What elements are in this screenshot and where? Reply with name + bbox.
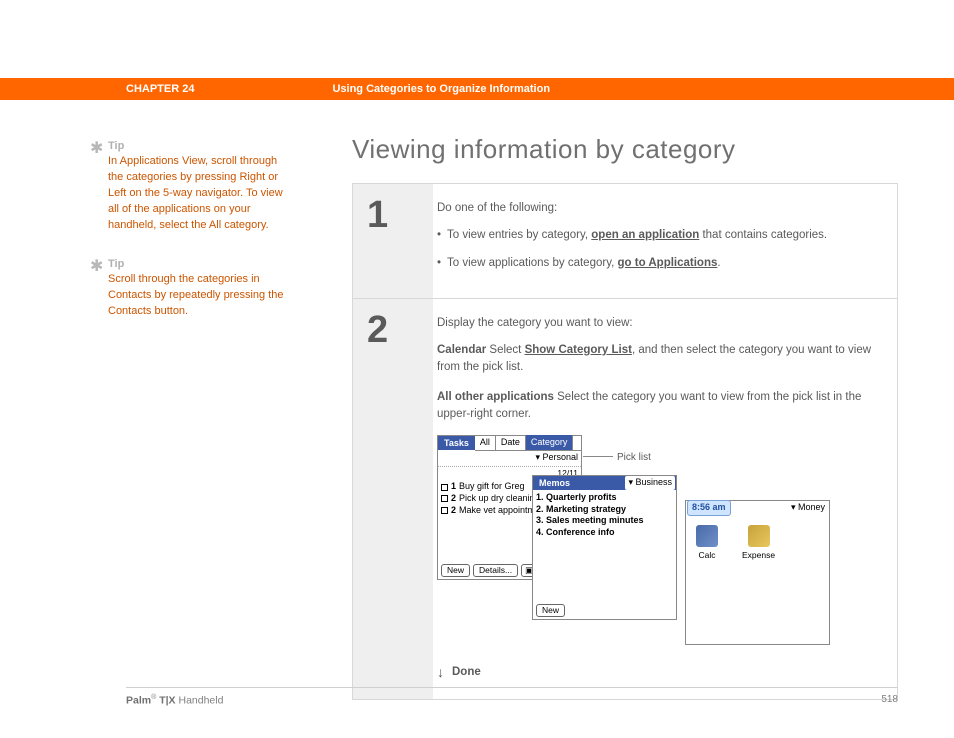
bullet-pre: To view entries by category,	[447, 229, 591, 241]
palm-titlebar: Memos ▾ Business	[533, 476, 676, 490]
palm-app-icon-calc[interactable]: Calc	[696, 525, 718, 562]
palm-memos-window: Memos ▾ Business 1. Quarterly profits 2.…	[532, 475, 677, 620]
task-text: Buy gift for Greg	[459, 481, 525, 493]
step-body: Do one of the following: • To view entri…	[433, 184, 897, 298]
step-number: 2	[367, 311, 433, 349]
palm-app-title: Tasks	[438, 436, 475, 450]
palm-category-picker[interactable]: ▾ Personal	[535, 452, 578, 462]
step-number-column: 1	[353, 184, 433, 298]
page-number: 518	[881, 694, 898, 707]
calculator-icon	[696, 525, 718, 547]
brand-name: Palm	[126, 695, 151, 707]
app-icon-label: Expense	[742, 549, 775, 562]
palm-titlebar: Tasks All Date Category	[438, 436, 581, 450]
step-row: 2 Display the category you want to view:…	[353, 299, 897, 699]
callout-line	[583, 456, 613, 457]
sidebar-tips: ✱ Tip In Applications View, scroll throu…	[108, 140, 288, 344]
step-body: Display the category you want to view: C…	[433, 299, 897, 699]
palm-body: 1. Quarterly profits 2. Marketing strate…	[533, 490, 676, 541]
app-icon-label: Calc	[696, 549, 718, 562]
tip-block: ✱ Tip Scroll through the categories in C…	[108, 258, 288, 320]
callout-label: Pick list	[617, 450, 651, 465]
inline-link[interactable]: open an application	[591, 229, 699, 241]
palm-button-details[interactable]: Details...	[473, 564, 518, 577]
page-footer: Palm® T|X Handheld 518	[126, 687, 898, 707]
step-number: 1	[367, 196, 433, 234]
bullet-post: .	[717, 257, 720, 269]
bullet-icon: •	[437, 255, 441, 272]
bullet-item: • To view entries by category, open an a…	[437, 227, 881, 244]
paragraph: Calendar Select Show Category List, and …	[437, 342, 881, 377]
chapter-header-bar: CHAPTER 24 Using Categories to Organize …	[0, 78, 954, 100]
palm-applications-window: 8:56 am ▾ Money Calc Expense	[685, 500, 830, 645]
palm-category-picker[interactable]: ▾ Business	[625, 476, 675, 490]
chapter-title: Using Categories to Organize Information	[332, 83, 550, 95]
expense-icon	[748, 525, 770, 547]
brand-tail: Handheld	[176, 695, 224, 707]
palm-button-new[interactable]: New	[441, 564, 470, 577]
palm-footer: New	[536, 604, 565, 617]
tip-text: Scroll through the categories in Contact…	[108, 272, 288, 320]
palm-button-new[interactable]: New	[536, 604, 565, 617]
palm-time-badge: 8:56 am	[687, 500, 731, 516]
steps-container: 1 Do one of the following: • To view ent…	[352, 183, 898, 700]
brand-model: T|X	[156, 695, 175, 707]
step-row: 1 Do one of the following: • To view ent…	[353, 184, 897, 299]
down-arrow-icon: ↓	[437, 662, 444, 683]
task-priority: 2	[451, 505, 456, 517]
checkbox-icon[interactable]	[441, 507, 448, 514]
tip-label: Tip	[108, 258, 288, 270]
memo-item[interactable]: 1. Quarterly profits	[536, 492, 673, 504]
bullet-post: that contains categories.	[699, 229, 827, 241]
page-title: Viewing information by category	[352, 134, 898, 165]
screenshot-figure: Tasks All Date Category ▾ Personal 12/11	[437, 435, 881, 650]
bullet-item: • To view applications by category, go t…	[437, 255, 881, 272]
palm-app-icon-expense[interactable]: Expense	[742, 525, 775, 562]
palm-category-picker[interactable]: ▾ Money	[787, 501, 829, 515]
done-label: Done	[452, 664, 481, 681]
task-priority: 2	[451, 493, 456, 505]
palm-app-title: Memos	[533, 476, 576, 490]
palm-titlebar: 8:56 am ▾ Money	[686, 501, 829, 515]
memo-item[interactable]: 4. Conference info	[536, 527, 673, 539]
palm-tab[interactable]: Date	[496, 435, 526, 451]
paragraph: All other applications Select the catego…	[437, 389, 881, 424]
step-number-column: 2	[353, 299, 433, 699]
palm-tab[interactable]: All	[475, 435, 496, 451]
main-content: Viewing information by category 1 Do one…	[352, 134, 898, 708]
task-priority: 1	[451, 481, 456, 493]
term: Calendar	[437, 344, 486, 356]
memo-item[interactable]: 2. Marketing strategy	[536, 504, 673, 516]
palm-footer: New Details... ▣	[441, 564, 537, 577]
checkbox-icon[interactable]	[441, 484, 448, 491]
inline-link[interactable]: Show Category List	[525, 344, 632, 356]
tip-text: In Applications View, scroll through the…	[108, 154, 288, 234]
footer-brand: Palm® T|X Handheld	[126, 694, 223, 707]
memo-item[interactable]: 3. Sales meeting minutes	[536, 515, 673, 527]
done-indicator: ↓ Done	[437, 662, 881, 683]
para-pre: Select	[486, 344, 524, 356]
tip-label: Tip	[108, 140, 288, 152]
bullet-icon: •	[437, 227, 441, 244]
term: All other applications	[437, 391, 554, 403]
asterisk-icon: ✱	[90, 138, 103, 158]
checkbox-icon[interactable]	[441, 495, 448, 502]
asterisk-icon: ✱	[90, 256, 103, 276]
palm-tabs: All Date Category	[475, 435, 581, 452]
inline-link[interactable]: go to Applications	[618, 257, 718, 269]
bullet-pre: To view applications by category,	[447, 257, 617, 269]
step-lead: Display the category you want to view:	[437, 315, 881, 332]
chapter-label: CHAPTER 24	[126, 83, 194, 95]
tip-block: ✱ Tip In Applications View, scroll throu…	[108, 140, 288, 234]
palm-app-grid: Calc Expense	[686, 515, 829, 572]
palm-tab[interactable]: Category	[526, 435, 574, 451]
task-text: Pick up dry cleaning	[459, 493, 540, 505]
step-lead: Do one of the following:	[437, 200, 881, 217]
